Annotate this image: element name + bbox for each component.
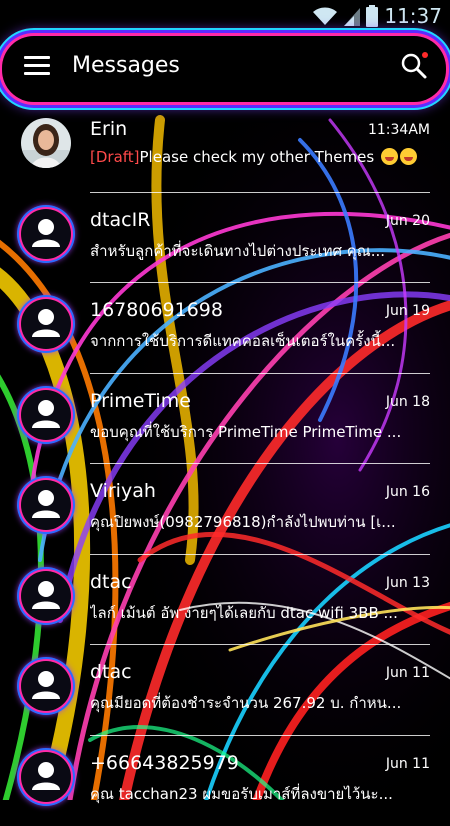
avatar [21,209,71,259]
message-snippet: สำหรับลูกค้าที่จะเดินทางไปต่างประเทศ คุณ… [90,239,430,263]
avatar [21,661,71,711]
snippet-text: Please check my other Themes [140,148,375,166]
message-time: Jun 11 [386,756,430,772]
conversation-row[interactable]: dtacIR Jun 20 สำหรับลูกค้าที่จะเดินทางไป… [0,193,450,284]
contact-name: +66643825979 [90,752,239,774]
emoji-icon [400,148,417,165]
conversation-row[interactable]: PrimeTime Jun 18 ขอบคุณที่ใช้บริการ Prim… [0,374,450,465]
avatar [21,752,71,802]
search-icon[interactable] [400,52,428,80]
battery-icon [366,5,378,27]
message-time: Jun 18 [386,394,430,410]
person-icon [21,390,71,440]
avatar [21,480,71,530]
conversation-row[interactable]: Viriyah Jun 16 คุณปิยพงษ์(0982796818)กำล… [0,464,450,555]
draft-label: [Draft] [90,148,140,166]
message-time: Jun 16 [386,484,430,500]
page-title: Messages [72,53,180,78]
person-icon [21,661,71,711]
person-icon [21,299,71,349]
message-time: 11:34AM [368,122,430,138]
contact-name: dtacIR [90,209,150,231]
person-icon [21,752,71,802]
message-snippet: ไลก์ เม้นต์ อัพ ง่ายๆได้เลยกับ dtac wifi… [90,601,430,625]
contact-name: 16780691698 [90,299,223,321]
message-snippet: [Draft]Please check my other Themes [90,148,430,166]
avatar [21,299,71,349]
emoji-icon [381,148,398,165]
message-time: Jun 11 [386,665,430,681]
conversation-row[interactable]: dtac Jun 11 คุณมียอดที่ต้องชำระจำนวน 267… [0,645,450,736]
conversation-row[interactable]: Erin 11:34AM [Draft]Please check my othe… [0,102,450,193]
app-bar: Messages [2,36,446,102]
signal-icon [344,6,360,26]
message-time: Jun 20 [386,213,430,229]
person-icon [21,480,71,530]
status-time: 11:37 [384,4,442,28]
person-icon [21,571,71,621]
person-icon [21,209,71,259]
contact-name: PrimeTime [90,390,191,412]
message-time: Jun 13 [386,575,430,591]
contact-name: Erin [90,118,127,140]
conversation-list: Erin 11:34AM [Draft]Please check my othe… [0,102,450,826]
conversation-row[interactable]: +66643825979 Jun 11 คุณ tacchan23 ผมขอรั… [0,736,450,826]
message-snippet: คุณ tacchan23 ผมขอรับเมาส์ที่ลงขายไว้นะ.… [90,782,430,806]
conversation-row[interactable]: dtac Jun 13 ไลก์ เม้นต์ อัพ ง่ายๆได้เลยก… [0,555,450,646]
menu-icon[interactable] [24,56,50,78]
conversation-row[interactable]: 16780691698 Jun 19 จากการใช้บริการดีแทคค… [0,283,450,374]
status-bar: 11:37 [0,0,450,32]
contact-name: dtac [90,661,132,683]
message-snippet: คุณมียอดที่ต้องชำระจำนวน 267.92 บ. กำหน.… [90,691,430,715]
wifi-icon [312,6,338,26]
contact-photo [21,118,71,168]
avatar [21,390,71,440]
contact-name: Viriyah [90,480,156,502]
message-snippet: ขอบคุณที่ใช้บริการ PrimeTime PrimeTime .… [90,420,430,444]
avatar [21,571,71,621]
contact-name: dtac [90,571,132,593]
message-snippet: คุณปิยพงษ์(0982796818)กำลังไปพบท่าน [เ..… [90,510,430,534]
avatar [21,118,71,168]
message-time: Jun 19 [386,303,430,319]
status-icons: 11:37 [312,4,442,28]
message-snippet: จากการใช้บริการดีแทคคอลเซ็นเตอร์ในครั้งน… [90,329,430,353]
